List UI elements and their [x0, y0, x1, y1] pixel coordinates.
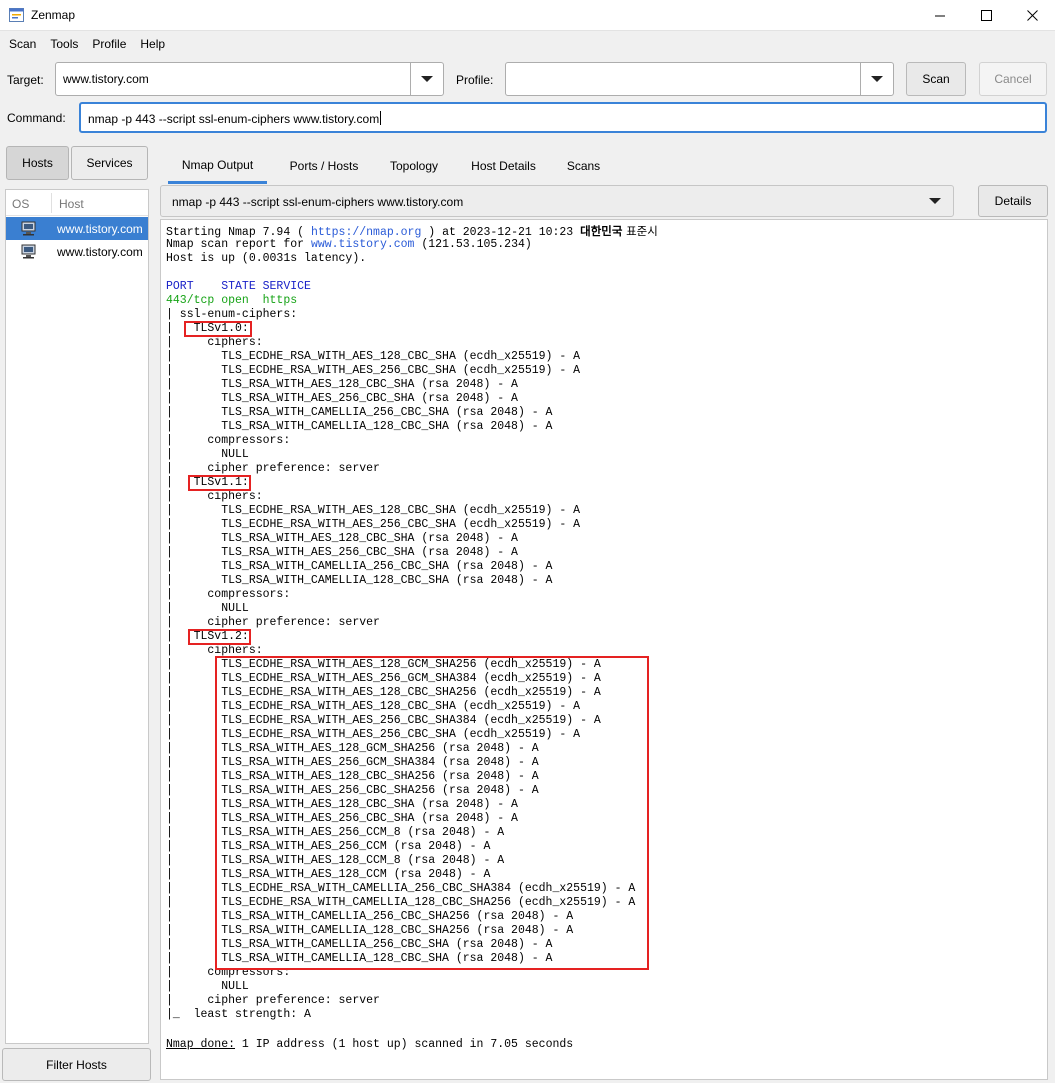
output-line: | TLS_ECDHE_RSA_WITH_AES_256_CBC_SHA (ec… — [166, 518, 581, 531]
output-done-line: Nmap done: 1 IP address (1 host up) scan… — [166, 1038, 574, 1051]
output-line: | TLS_RSA_WITH_CAMELLIA_128_CBC_SHA (rsa… — [166, 574, 553, 587]
profile-combobox[interactable] — [505, 62, 894, 96]
tab-ports-hosts[interactable]: Ports / Hosts — [276, 148, 372, 184]
output-line: | compressors: — [166, 588, 291, 601]
scan-selector-dropdown-button[interactable] — [917, 186, 953, 216]
menu-scan[interactable]: Scan — [4, 31, 41, 56]
filter-hosts-button[interactable]: Filter Hosts — [2, 1048, 151, 1081]
tlsv1-2-highlight-box — [188, 629, 251, 645]
output-line: | TLS_RSA_WITH_AES_256_CBC_SHA (rsa 2048… — [166, 392, 518, 405]
cancel-button[interactable]: Cancel — [979, 62, 1047, 96]
menu-tools[interactable]: Tools — [45, 31, 83, 56]
column-divider — [51, 193, 52, 213]
scan-selector[interactable]: nmap -p 443 --script ssl-enum-ciphers ww… — [160, 185, 954, 217]
output-line: | TLS_RSA_WITH_AES_128_CBC_SHA (rsa 2048… — [166, 378, 518, 391]
minimize-icon — [934, 15, 945, 17]
tab-nmap-output[interactable]: Nmap Output — [168, 148, 267, 184]
maximize-icon — [980, 10, 992, 21]
host-name: www.tistory.com — [57, 245, 143, 259]
profile-label: Profile: — [456, 73, 494, 87]
main-tab-bar: Nmap Output Ports / Hosts Topology Host … — [160, 148, 1055, 184]
output-line: | ciphers: — [166, 490, 263, 503]
tab-scans[interactable]: Scans — [557, 148, 610, 184]
output-line: | cipher preference: server — [166, 994, 380, 1007]
output-line: | TLS_ECDHE_RSA_WITH_AES_128_CBC_SHA (ec… — [166, 504, 581, 517]
nmap-done-label: Nmap done: — [166, 1038, 236, 1051]
output-port-header: PORT STATE SERVICE — [166, 280, 311, 293]
chevron-down-icon — [421, 76, 433, 82]
text-caret — [380, 111, 382, 125]
tab-topology[interactable]: Topology — [379, 148, 449, 184]
os-icon — [21, 221, 36, 236]
output-host-up-line: Host is up (0.0031s latency). — [166, 252, 367, 265]
zenmap-app-icon — [9, 8, 24, 22]
scan-button[interactable]: Scan — [906, 62, 966, 96]
output-line: |_ least strength: A — [166, 1008, 311, 1021]
output-line: | ssl-enum-ciphers: — [166, 308, 298, 321]
host-row[interactable]: www.tistory.com — [6, 240, 148, 263]
command-field[interactable]: nmap -p 443 --script ssl-enum-ciphers ww… — [79, 102, 1047, 133]
tlsv1-1-highlight-box — [188, 475, 251, 491]
window-title: Zenmap — [31, 8, 76, 22]
close-button[interactable] — [1009, 0, 1055, 31]
host-link[interactable]: www.tistory.com — [311, 238, 415, 251]
output-line: | TLS_ECDHE_RSA_WITH_AES_256_CBC_SHA (ec… — [166, 364, 581, 377]
profile-dropdown-button[interactable] — [860, 63, 893, 95]
menu-profile[interactable]: Profile — [87, 31, 131, 56]
output-line: | TLS_RSA_WITH_AES_256_CBC_SHA (rsa 2048… — [166, 546, 518, 559]
hosts-tab-button[interactable]: Hosts — [6, 146, 69, 180]
output-line: | TLS_ECDHE_RSA_WITH_AES_128_CBC_SHA (ec… — [166, 350, 581, 363]
command-label: Command: — [7, 111, 66, 125]
tab-host-details[interactable]: Host Details — [460, 148, 547, 184]
target-input[interactable]: www.tistory.com — [63, 72, 149, 86]
output-line: | TLS_RSA_WITH_AES_128_CBC_SHA (rsa 2048… — [166, 532, 518, 545]
maximize-button[interactable] — [963, 0, 1009, 31]
output-line: | TLS_RSA_WITH_CAMELLIA_256_CBC_SHA (rsa… — [166, 406, 553, 419]
tlsv1-2-ciphers-highlight-box — [215, 656, 649, 970]
output-line: | NULL — [166, 602, 249, 615]
output-line: | compressors: — [166, 434, 291, 447]
nmap-output-panel[interactable]: Starting Nmap 7.94 ( https://nmap.org ) … — [160, 219, 1048, 1080]
menu-bar: Scan Tools Profile Help — [0, 31, 1055, 56]
target-combobox[interactable]: www.tistory.com — [55, 62, 444, 96]
output-line: | cipher preference: server — [166, 462, 380, 475]
os-icon — [21, 244, 36, 259]
target-label: Target: — [7, 73, 44, 87]
command-input[interactable]: nmap -p 443 --script ssl-enum-ciphers ww… — [88, 112, 379, 126]
scan-selector-value: nmap -p 443 --script ssl-enum-ciphers ww… — [172, 195, 464, 209]
output-line: | NULL — [166, 980, 249, 993]
tlsv1-0-highlight-box — [184, 321, 252, 337]
output-line: | cipher preference: server — [166, 616, 380, 629]
os-column-header[interactable]: OS — [12, 197, 29, 211]
title-bar: Zenmap — [0, 0, 1055, 31]
host-list: OS Host www.tistory.com www.tistory.com — [5, 189, 149, 1044]
output-line: | NULL — [166, 448, 249, 461]
host-name: www.tistory.com — [57, 222, 143, 236]
chevron-down-icon — [871, 76, 883, 82]
output-line: | TLS_RSA_WITH_CAMELLIA_128_CBC_SHA (rsa… — [166, 420, 553, 433]
target-dropdown-button[interactable] — [410, 63, 443, 95]
output-report-line: Nmap scan report for www.tistory.com (12… — [166, 238, 532, 251]
output-line: | TLS_RSA_WITH_CAMELLIA_256_CBC_SHA (rsa… — [166, 560, 553, 573]
host-row[interactable]: www.tistory.com — [6, 217, 148, 240]
minimize-button[interactable] — [917, 0, 963, 31]
services-tab-button[interactable]: Services — [71, 146, 148, 180]
chevron-down-icon — [929, 198, 941, 204]
host-list-header: OS Host — [6, 190, 148, 216]
close-icon — [1026, 10, 1038, 21]
menu-help[interactable]: Help — [135, 31, 170, 56]
host-column-header[interactable]: Host — [59, 197, 84, 211]
output-open-port-line: 443/tcp open https — [166, 294, 298, 307]
details-button[interactable]: Details — [978, 185, 1048, 217]
output-line: | ciphers: — [166, 336, 263, 349]
